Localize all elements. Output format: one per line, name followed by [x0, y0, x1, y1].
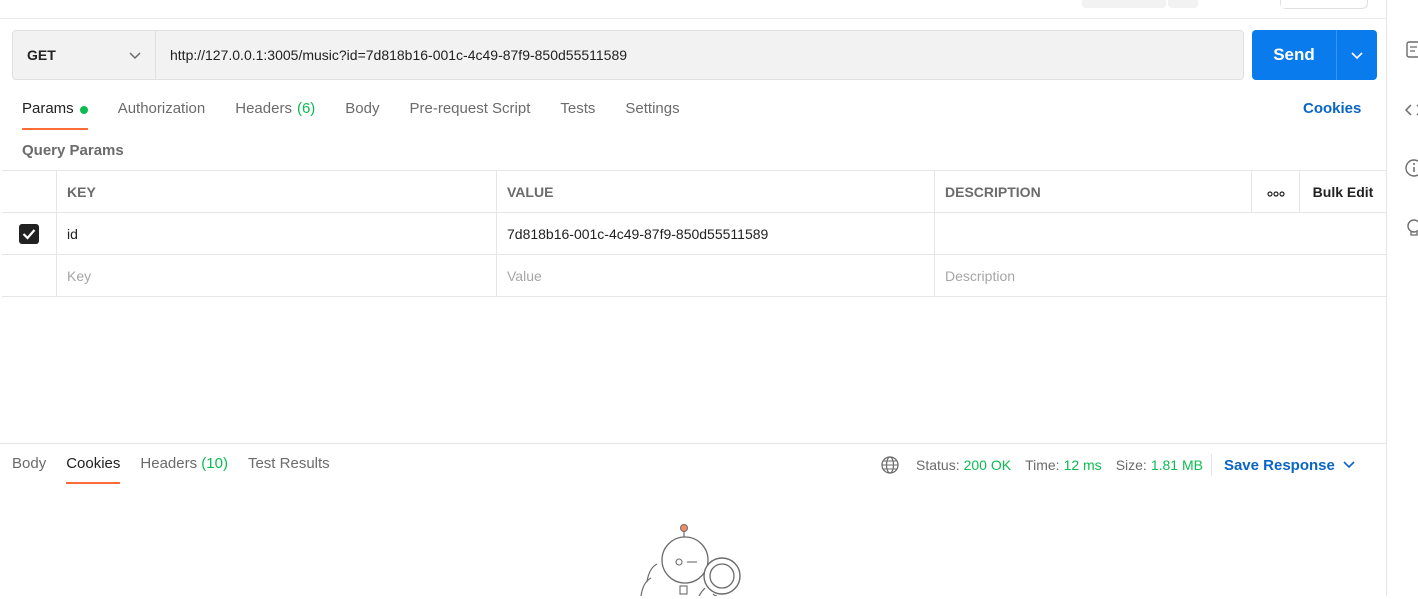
tab-label: Cookies — [66, 455, 121, 472]
chevron-down-icon — [1343, 461, 1355, 469]
param-value: 7d818b16-001c-4c49-87f9-850d55511589 — [507, 225, 769, 242]
empty-state-illustration — [635, 520, 755, 599]
tab-label: Params — [22, 100, 74, 117]
tab-label: Tests — [560, 100, 596, 117]
query-params-table: KEY VALUE DESCRIPTION Bulk Edit id 7d818… — [2, 170, 1386, 297]
tab-label: Settings — [625, 100, 680, 117]
header-key: KEY — [57, 171, 497, 212]
table-header-row: KEY VALUE DESCRIPTION Bulk Edit — [2, 171, 1386, 213]
key-input[interactable]: Key — [57, 255, 497, 296]
description-input[interactable]: Description — [935, 255, 1386, 296]
size-label: Size: — [1115, 457, 1147, 473]
response-divider[interactable] — [0, 443, 1386, 444]
response-tabs: Body Cookies Headers (10) Test Results — [12, 455, 350, 485]
cookies-link[interactable]: Cookies — [1303, 100, 1361, 117]
response-tab-cookies[interactable]: Cookies — [66, 455, 121, 485]
tab-label: Body — [12, 455, 47, 472]
toolbar-button-partial[interactable] — [1082, 0, 1166, 8]
query-params-title: Query Params — [22, 142, 124, 159]
tab-label: Headers — [235, 100, 292, 117]
chevron-down-icon — [1351, 47, 1363, 63]
response-meta: Status: 200 OK Time: 12 ms Size: 1.81 MB… — [880, 454, 1355, 476]
time-label: Time: — [1025, 457, 1060, 473]
request-tabs: Params Authorization Headers (6) Body Pr… — [22, 100, 710, 130]
response-tab-body[interactable]: Body — [12, 455, 46, 485]
toolbar-button-partial[interactable] — [1168, 0, 1198, 8]
tab-label: Headers — [140, 455, 198, 472]
more-options-button[interactable] — [1252, 171, 1300, 212]
param-key-cell[interactable]: id — [57, 213, 497, 254]
table-row-empty: Key Value Description — [2, 255, 1386, 297]
tab-settings[interactable]: Settings — [625, 100, 679, 130]
tab-params[interactable]: Params — [22, 100, 88, 130]
param-value-cell[interactable]: 7d818b16-001c-4c49-87f9-850d55511589 — [497, 213, 935, 254]
header-checkbox-cell — [2, 171, 57, 212]
tab-count: (6) — [296, 100, 316, 117]
tab-label: Test Results — [247, 455, 330, 472]
tab-count: (10) — [201, 455, 228, 472]
divider — [1210, 454, 1212, 476]
header-value: VALUE — [497, 171, 935, 212]
code-icon[interactable] — [1404, 100, 1418, 120]
globe-icon[interactable] — [880, 455, 900, 475]
save-response-button[interactable]: Save Response — [1224, 457, 1355, 474]
lightbulb-icon[interactable] — [1404, 218, 1418, 238]
tab-pre-request-script[interactable]: Pre-request Script — [410, 100, 531, 130]
time-value[interactable]: 12 ms — [1064, 457, 1102, 473]
param-description-cell[interactable] — [935, 213, 1386, 254]
status-label: Status: — [916, 457, 960, 473]
method-select[interactable]: GET — [13, 31, 156, 79]
row-checkbox-cell — [2, 255, 57, 296]
send-button-group: Send — [1252, 30, 1377, 80]
toolbar-toggle-partial[interactable] — [1280, 0, 1368, 9]
param-key: id — [67, 225, 78, 242]
tab-body[interactable]: Body — [345, 100, 379, 130]
bulk-edit-button[interactable]: Bulk Edit — [1300, 171, 1386, 212]
info-icon[interactable] — [1404, 158, 1418, 178]
header-description: DESCRIPTION — [935, 171, 1252, 212]
tab-label: Pre-request Script — [409, 100, 531, 117]
url-input[interactable]: http://127.0.0.1:3005/music?id=7d818b16-… — [156, 31, 1243, 79]
value-input[interactable]: Value — [497, 255, 935, 296]
send-button[interactable]: Send — [1252, 30, 1337, 80]
params-active-dot — [79, 106, 88, 114]
response-tab-test-results[interactable]: Test Results — [248, 455, 330, 485]
tab-label: Body — [345, 100, 380, 117]
tab-headers[interactable]: Headers (6) — [235, 100, 315, 130]
method-label: GET — [27, 47, 56, 63]
more-icon — [1266, 184, 1285, 200]
tab-tests[interactable]: Tests — [560, 100, 595, 130]
status-value[interactable]: 200 OK — [964, 457, 1011, 473]
url-text: http://127.0.0.1:3005/music?id=7d818b16-… — [170, 47, 628, 63]
save-response-label: Save Response — [1223, 456, 1335, 474]
documentation-icon[interactable] — [1404, 40, 1418, 60]
param-checkbox[interactable] — [19, 223, 39, 244]
table-row: id 7d818b16-001c-4c49-87f9-850d55511589 — [2, 213, 1386, 255]
chevron-down-icon — [129, 47, 141, 63]
tab-authorization[interactable]: Authorization — [118, 100, 206, 130]
tab-label: Authorization — [117, 100, 206, 117]
right-sidebar-border — [1386, 0, 1387, 596]
response-tab-headers[interactable]: Headers (10) — [140, 455, 228, 485]
size-value[interactable]: 1.81 MB — [1151, 457, 1203, 473]
request-bar: GET http://127.0.0.1:3005/music?id=7d818… — [12, 30, 1244, 80]
check-icon — [22, 228, 36, 240]
row-checkbox-cell — [2, 213, 57, 254]
send-options-button[interactable] — [1337, 30, 1377, 80]
top-toolbar-remnant — [0, 0, 1386, 19]
